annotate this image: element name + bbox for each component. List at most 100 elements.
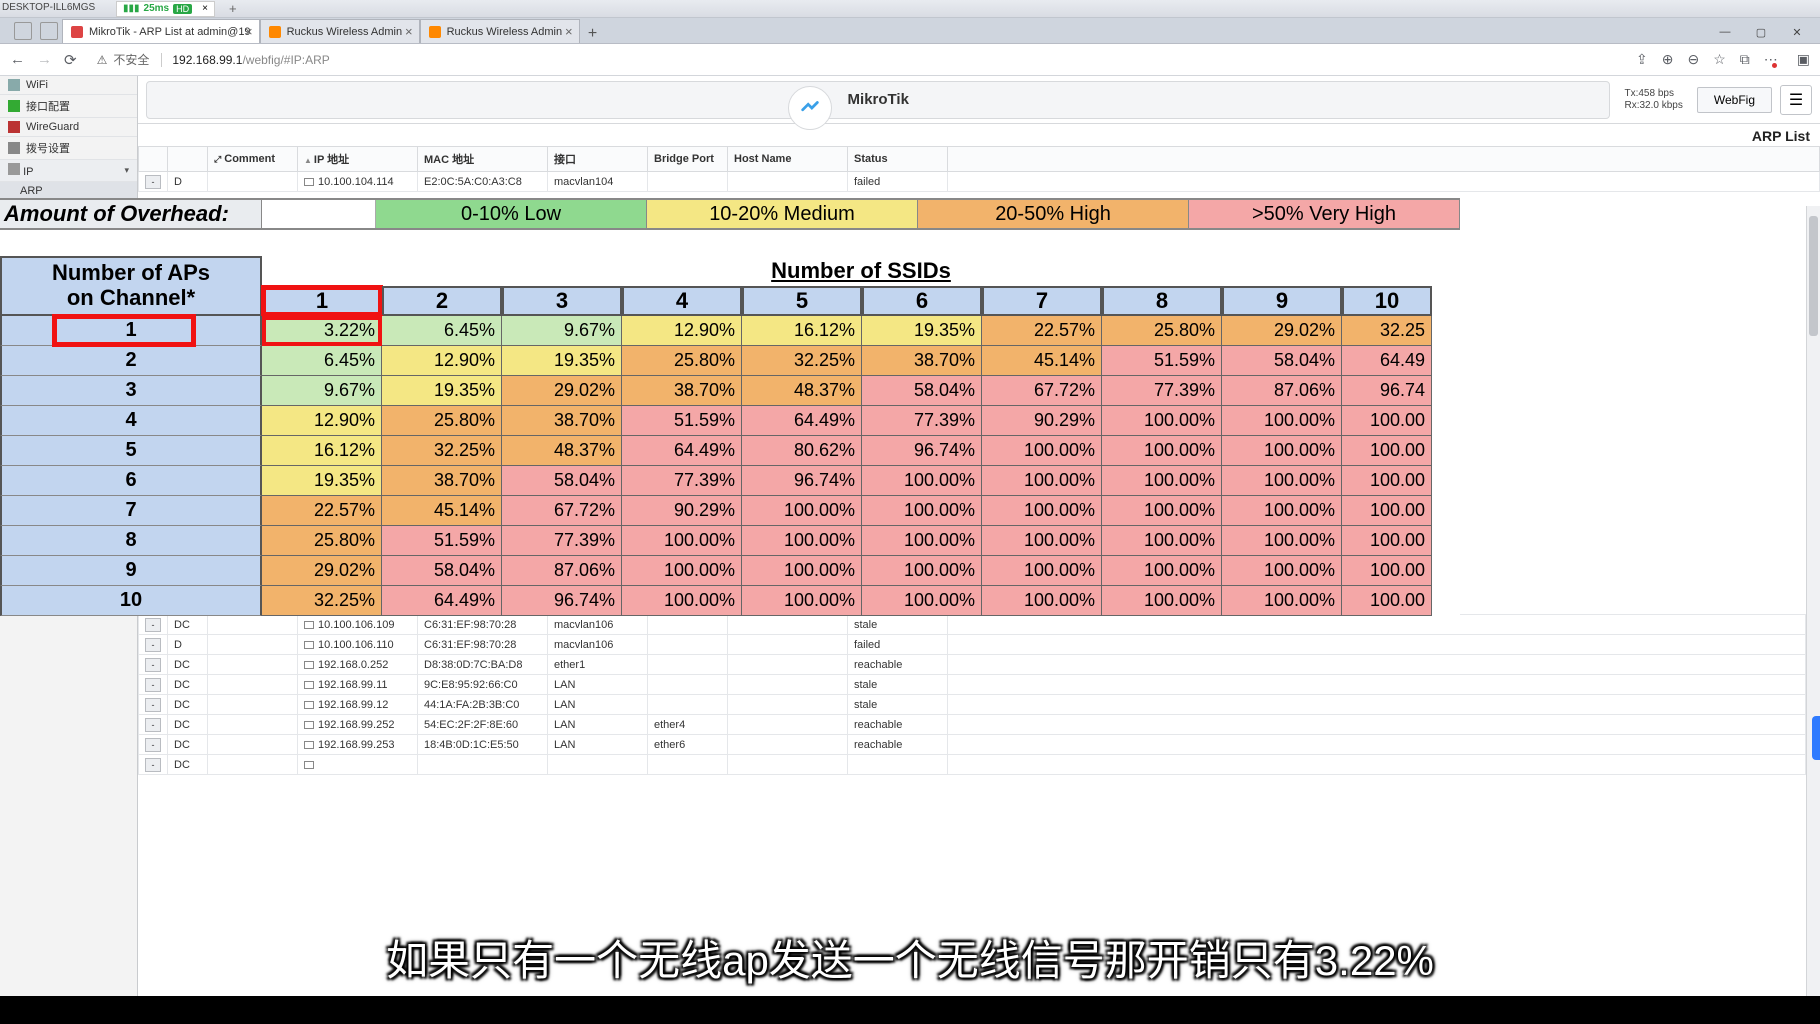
row-expand-button[interactable]: - bbox=[145, 738, 161, 752]
legend-high: 20-50% High bbox=[918, 200, 1189, 228]
table-row[interactable]: - DC 192.168.99.252 54:EC:2F:2F:8E:60 LA… bbox=[139, 715, 1806, 735]
sidebar-icon[interactable]: ▣ bbox=[1797, 51, 1810, 68]
tab-ruckus-1[interactable]: Ruckus Wireless Admin × bbox=[260, 19, 420, 43]
col-bridge[interactable]: Bridge Port bbox=[648, 147, 728, 172]
sidebar-item-ip[interactable]: IP▾ bbox=[0, 160, 137, 182]
tab-ruckus-2[interactable]: Ruckus Wireless Admin × bbox=[420, 19, 580, 43]
matrix-cell: 100.00% bbox=[1102, 466, 1222, 496]
rx-value: Rx:32.0 kbps bbox=[1624, 100, 1682, 112]
close-icon[interactable]: × bbox=[202, 3, 208, 14]
minimize-icon[interactable]: — bbox=[1708, 22, 1742, 42]
matrix-cell: 38.70% bbox=[382, 466, 502, 496]
sidebar-item-wireguard[interactable]: WireGuard bbox=[0, 118, 137, 137]
col-iface[interactable]: 接口 bbox=[548, 147, 648, 172]
forward-icon: → bbox=[37, 51, 52, 68]
col-host[interactable]: Host Name bbox=[728, 147, 848, 172]
matrix-cell: 19.35% bbox=[382, 376, 502, 406]
browser-profile-icon[interactable] bbox=[40, 22, 58, 40]
row-expand-button[interactable]: - bbox=[145, 638, 161, 652]
new-tab-plus-icon[interactable]: + bbox=[229, 1, 237, 16]
row-expand-button[interactable]: - bbox=[145, 175, 161, 189]
matrix-cell: 100.00% bbox=[982, 436, 1102, 466]
row-expand-button[interactable]: - bbox=[145, 698, 161, 712]
matrix-cell: 100.00 bbox=[1342, 406, 1432, 436]
favicon-icon bbox=[269, 26, 281, 38]
col-ip[interactable]: IP 地址 bbox=[298, 147, 418, 172]
matrix-cell: 100.00% bbox=[1222, 466, 1342, 496]
table-row[interactable]: - DC 192.168.99.12 44:1A:FA:2B:3B:C0 LAN… bbox=[139, 695, 1806, 715]
hamburger-icon[interactable]: ☰ bbox=[1780, 85, 1812, 115]
new-tab-button[interactable]: + bbox=[580, 25, 606, 43]
sidebar-label: 拨号设置 bbox=[26, 140, 70, 156]
table-row[interactable]: - DC 192.168.99.253 18:4B:0D:1C:E5:50 LA… bbox=[139, 735, 1806, 755]
browser-menu-icon[interactable] bbox=[14, 22, 32, 40]
matrix-cell: 96.74% bbox=[742, 466, 862, 496]
more-icon[interactable]: ⋯ bbox=[1764, 51, 1783, 68]
security-indicator[interactable]: ⚠ 不安全 bbox=[97, 51, 150, 68]
matrix-cell: 100.00% bbox=[982, 526, 1102, 556]
matrix-cell: 12.90% bbox=[622, 316, 742, 346]
matrix-cell: 64.49 bbox=[1342, 346, 1432, 376]
matrix-cell: 58.04% bbox=[862, 376, 982, 406]
table-row[interactable]: - DC bbox=[139, 755, 1806, 775]
edge-drawer-tab[interactable] bbox=[1812, 716, 1820, 760]
webfig-button[interactable]: WebFig bbox=[1697, 87, 1772, 113]
matrix-cell: 48.37% bbox=[502, 436, 622, 466]
share-icon[interactable]: ⇪ bbox=[1636, 51, 1648, 68]
arp-table-continued: - DC 10.100.106.109 C6:31:EF:98:70:28 ma… bbox=[138, 614, 1806, 775]
ap-row-header: 4 bbox=[0, 406, 262, 436]
url-host: 192.168.99.1 bbox=[172, 53, 242, 67]
table-row[interactable]: - DC 192.168.99.11 9C:E8:95:92:66:C0 LAN… bbox=[139, 675, 1806, 695]
close-icon[interactable]: × bbox=[565, 24, 573, 39]
wireguard-icon bbox=[8, 121, 20, 133]
signal-icon: ▮▮▮ bbox=[123, 3, 140, 14]
translate-icon[interactable]: ⊕ bbox=[1662, 51, 1674, 68]
maximize-icon[interactable]: ▢ bbox=[1744, 22, 1778, 42]
row-expand-button[interactable]: - bbox=[145, 618, 161, 632]
tab-mikrotik[interactable]: MikroTik - ARP List at admin@19 × bbox=[62, 19, 260, 43]
sidebar-label: 接口配置 bbox=[26, 98, 70, 114]
vertical-scrollbar[interactable] bbox=[1806, 206, 1820, 1024]
row-expand-button[interactable]: - bbox=[145, 718, 161, 732]
matrix-cell: 19.35% bbox=[262, 466, 382, 496]
table-row[interactable]: - D 10.100.106.110 C6:31:EF:98:70:28 mac… bbox=[139, 635, 1806, 655]
close-icon[interactable]: × bbox=[405, 24, 413, 39]
extensions-icon[interactable]: ⧉ bbox=[1740, 51, 1750, 68]
col-comment[interactable]: ⤢ Comment bbox=[208, 147, 298, 172]
ping-tab[interactable]: ▮▮▮ 25ms HD × bbox=[116, 1, 215, 17]
matrix-row: 825.80%51.59%77.39%100.00%100.00%100.00%… bbox=[0, 526, 1460, 556]
sidebar-item-dial[interactable]: 拨号设置 bbox=[0, 137, 137, 160]
bookmark-icon[interactable]: ☆ bbox=[1713, 51, 1726, 68]
matrix-cell: 64.49% bbox=[742, 406, 862, 436]
url-display[interactable]: 192.168.99.1/webfig/#IP:ARP bbox=[161, 53, 329, 67]
table-row[interactable]: - DC 10.100.106.109 C6:31:EF:98:70:28 ma… bbox=[139, 615, 1806, 635]
sidebar-item-ifconf[interactable]: 接口配置 bbox=[0, 95, 137, 118]
matrix-cell: 64.49% bbox=[382, 586, 502, 616]
back-icon[interactable]: ← bbox=[10, 51, 25, 68]
col-mac[interactable]: MAC 地址 bbox=[418, 147, 548, 172]
title-pill: MikroTik bbox=[146, 81, 1610, 119]
matrix-cell: 100.00% bbox=[982, 466, 1102, 496]
address-bar: ← → ⟳ ⚠ 不安全 192.168.99.1/webfig/#IP:ARP … bbox=[0, 44, 1820, 76]
reload-icon[interactable]: ⟳ bbox=[64, 51, 77, 69]
close-icon[interactable]: × bbox=[245, 24, 253, 39]
table-row[interactable]: - DC 192.168.0.252 D8:38:0D:7C:BA:D8 eth… bbox=[139, 655, 1806, 675]
row-expand-button[interactable]: - bbox=[145, 758, 161, 772]
col-status[interactable]: Status bbox=[848, 147, 948, 172]
row-expand-button[interactable]: - bbox=[145, 678, 161, 692]
matrix-cell: 77.39% bbox=[1102, 376, 1222, 406]
matrix-cell: 58.04% bbox=[502, 466, 622, 496]
table-row[interactable]: - D 10.100.104.114 E2:0C:5A:C0:A3:C8 mac… bbox=[139, 172, 1820, 192]
close-icon[interactable]: ✕ bbox=[1780, 22, 1814, 42]
row-expand-button[interactable]: - bbox=[145, 658, 161, 672]
ssid-col-header: 3 bbox=[502, 286, 622, 316]
matrix-cell: 16.12% bbox=[742, 316, 862, 346]
matrix-cell: 25.80% bbox=[262, 526, 382, 556]
ssid-col-header: 6 bbox=[862, 286, 982, 316]
ip-icon bbox=[8, 163, 20, 175]
matrix-cell: 38.70% bbox=[862, 346, 982, 376]
zoom-icon[interactable]: ⊖ bbox=[1687, 51, 1699, 68]
aps-header: Number of APson Channel* bbox=[0, 256, 262, 316]
matrix-cell: 22.57% bbox=[982, 316, 1102, 346]
sidebar-item-wifi[interactable]: WiFi bbox=[0, 76, 137, 95]
